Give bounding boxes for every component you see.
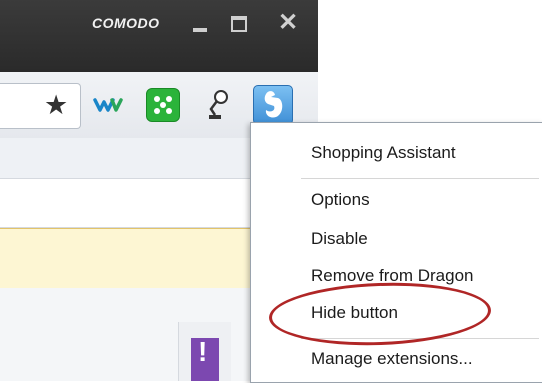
info-bar bbox=[0, 228, 250, 289]
maximize-icon[interactable] bbox=[226, 10, 252, 36]
context-menu: Shopping Assistant Options Disable Remov… bbox=[250, 122, 542, 383]
page-area bbox=[0, 179, 250, 228]
menu-item-options[interactable]: Options bbox=[311, 190, 370, 210]
menu-item-disable[interactable]: Disable bbox=[311, 229, 368, 249]
menu-item-shopping-assistant[interactable]: Shopping Assistant bbox=[311, 143, 456, 163]
wiki-w-icon[interactable] bbox=[92, 88, 124, 120]
tab-strip bbox=[0, 138, 250, 179]
brand-logo: COMODO bbox=[92, 15, 160, 31]
sidebar-tile bbox=[178, 322, 231, 381]
minimize-icon[interactable] bbox=[187, 10, 213, 36]
address-bar[interactable]: ★ bbox=[0, 83, 81, 129]
shopping-assistant-dragon-icon[interactable] bbox=[253, 85, 293, 125]
menu-item-manage-extensions[interactable]: Manage extensions... bbox=[311, 349, 473, 369]
alert-icon[interactable] bbox=[191, 336, 219, 381]
green-dice-extension-icon[interactable] bbox=[146, 88, 180, 122]
star-icon[interactable]: ★ bbox=[44, 89, 68, 121]
menu-separator bbox=[301, 178, 539, 179]
close-icon[interactable]: ✕ bbox=[275, 10, 301, 36]
lamp-extension-icon[interactable] bbox=[200, 88, 232, 120]
title-bar: COMODO ✕ bbox=[0, 0, 318, 72]
